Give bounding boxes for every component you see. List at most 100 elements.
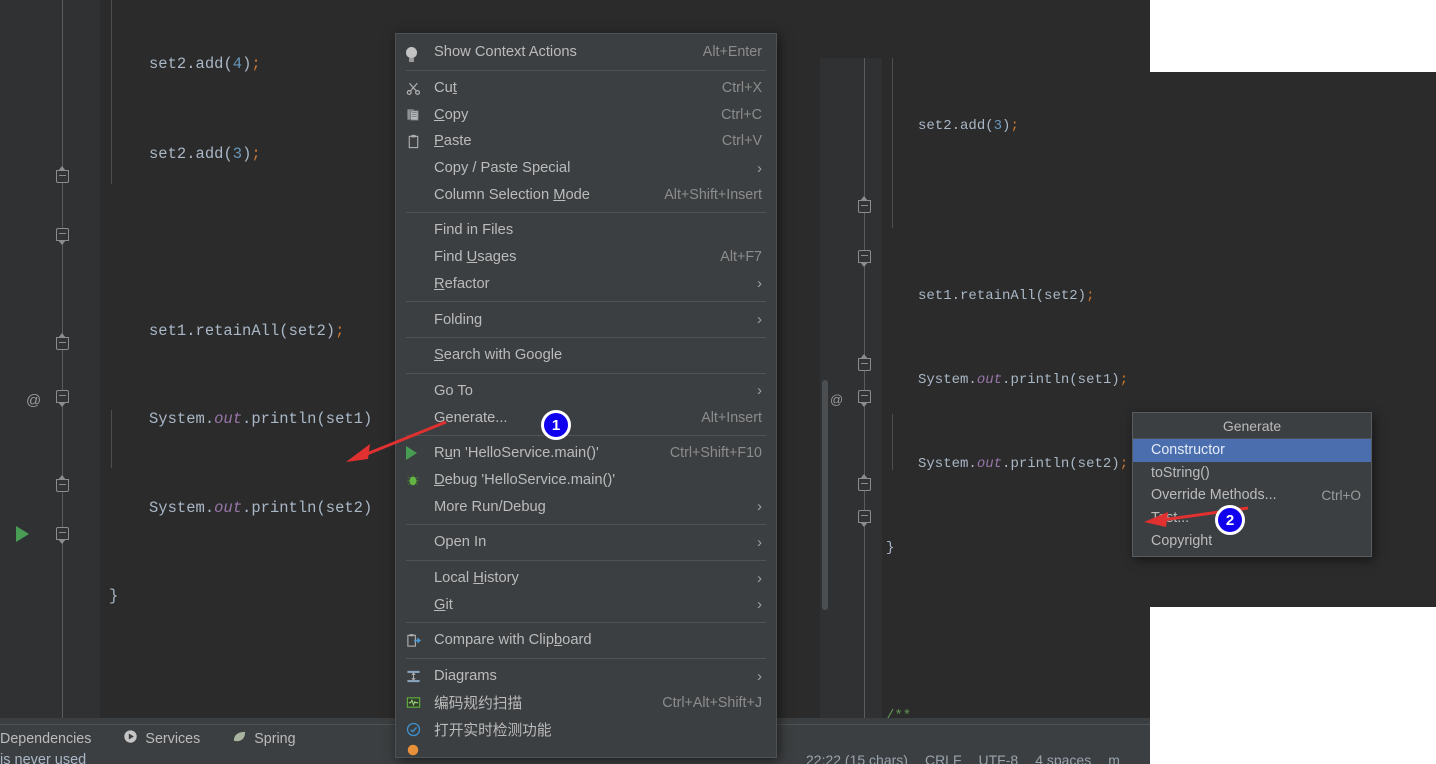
menu-item-label: 编码规约扫描: [434, 696, 523, 713]
status-encoding[interactable]: UTF-8: [979, 752, 1019, 764]
fold-marker-collapse[interactable]: [56, 475, 69, 492]
menu-item-find-usages[interactable]: Find Usages Alt+F7: [396, 244, 776, 271]
menu-item-accelerator: Ctrl+Shift+F10: [669, 445, 762, 462]
status-branch[interactable]: m: [1108, 752, 1120, 764]
menu-item-compare-with-clipboard[interactable]: Compare with Clipboard: [396, 627, 776, 654]
run-gutter-icon[interactable]: [16, 526, 29, 542]
menu-item-paste[interactable]: Paste Ctrl+V: [396, 128, 776, 155]
menu-item-refactor[interactable]: Refactor ›: [396, 271, 776, 298]
menu-item-folding[interactable]: Folding ›: [396, 306, 776, 333]
menu-item-accelerator: Ctrl+Alt+Shift+J: [662, 694, 762, 711]
menu-separator: [406, 524, 766, 525]
menu-item-label: Compare with Clipboard: [434, 632, 592, 649]
menu-item-label: Copy: [434, 106, 469, 123]
menu-item-open-in[interactable]: Open In ›: [396, 529, 776, 556]
code-line: System.out.println(set1);: [918, 372, 1129, 388]
screenshot-white-overlay-bottom: [1150, 607, 1436, 764]
menu-item-debug-main[interactable]: Debug 'HelloService.main()': [396, 467, 776, 494]
menu-separator: [406, 372, 766, 374]
menu-item-search-with-google[interactable]: Search with Google: [396, 342, 776, 369]
menu-separator: [406, 69, 766, 71]
menu-item-copy[interactable]: Copy Ctrl+C: [396, 101, 776, 128]
fold-marker-expand[interactable]: [56, 527, 69, 544]
menu-item-more-run-debug[interactable]: More Run/Debug ›: [396, 493, 776, 520]
menu-item-column-selection-mode[interactable]: Column Selection Mode Alt+Shift+Insert: [396, 181, 776, 208]
generate-item-label: Copyright: [1151, 532, 1213, 549]
menu-item-generate[interactable]: Generate... Alt+Insert: [396, 404, 776, 431]
menu-item-find-in-files[interactable]: Find in Files: [396, 217, 776, 244]
menu-item-label: Cut: [434, 80, 457, 97]
editor-gutter-right[interactable]: @: [820, 58, 882, 718]
spring-icon: [232, 729, 247, 748]
override-annotation-gutter-icon[interactable]: @: [830, 386, 843, 414]
fold-marker-expand[interactable]: [56, 390, 69, 407]
fold-marker-collapse[interactable]: [56, 166, 69, 183]
menu-item-accelerator: Ctrl+X: [721, 80, 762, 97]
menu-item-label: Find in Files: [434, 222, 514, 239]
run-icon: [406, 446, 434, 461]
debug-icon: [406, 473, 434, 487]
generate-item-override-methods[interactable]: Override Methods... Ctrl+O: [1133, 484, 1371, 507]
menu-item-accelerator: Ctrl+C: [721, 106, 762, 123]
menu-item-copy-paste-special[interactable]: Copy / Paste Special ›: [396, 155, 776, 182]
menu-item-go-to[interactable]: Go To ›: [396, 378, 776, 405]
fold-marker-collapse[interactable]: [56, 333, 69, 350]
paste-icon: [406, 134, 434, 149]
menu-item-partial[interactable]: [396, 743, 776, 757]
fold-marker-collapse[interactable]: [858, 474, 871, 491]
override-annotation-gutter-icon[interactable]: @: [26, 386, 41, 416]
menu-item-local-history[interactable]: Local History ›: [396, 565, 776, 592]
menu-item-cut[interactable]: Cut Ctrl+X: [396, 75, 776, 102]
menu-item-git[interactable]: Git ›: [396, 591, 776, 618]
fold-marker-collapse[interactable]: [858, 354, 871, 371]
fold-marker-expand[interactable]: [56, 228, 69, 245]
menu-item-accelerator: Alt+Enter: [702, 44, 762, 61]
diagram-icon: [406, 669, 434, 684]
fold-marker-expand[interactable]: [858, 250, 871, 267]
scan-icon: [406, 695, 434, 710]
menu-item-label: Search with Google: [434, 347, 563, 364]
menu-item-label: Open In: [434, 534, 487, 551]
status-bar-right-group: 22:22 (15 chars) CRLF UTF-8 4 spaces m: [806, 752, 1120, 764]
fold-marker-collapse[interactable]: [858, 196, 871, 213]
fold-marker-expand[interactable]: [858, 510, 871, 527]
menu-item-code-spec-scan[interactable]: 编码规约扫描 Ctrl+Alt+Shift+J: [396, 689, 776, 716]
menu-item-accelerator: Ctrl+V: [721, 133, 762, 150]
editor-context-menu[interactable]: Show Context Actions Alt+Enter Cut Ctrl+…: [395, 33, 777, 758]
generate-item-constructor[interactable]: Constructor: [1133, 439, 1371, 462]
tool-button-spring[interactable]: Spring: [216, 725, 311, 752]
generate-item-test[interactable]: Test...: [1133, 507, 1371, 530]
ide-window: @ set2.add(4); set2.add(3); set1.retainA…: [0, 0, 1436, 764]
menu-item-accelerator: Alt+Insert: [701, 409, 762, 426]
chevron-right-icon: ›: [757, 533, 762, 551]
tool-button-services[interactable]: Services: [107, 725, 216, 752]
chevron-right-icon: ›: [757, 275, 762, 293]
menu-item-label: Show Context Actions: [434, 44, 577, 61]
menu-item-label: Column Selection Mode: [434, 186, 590, 203]
menu-item-label: Debug 'HelloService.main()': [434, 471, 616, 488]
generate-item-copyright[interactable]: Copyright: [1133, 529, 1371, 552]
menu-item-diagrams[interactable]: Diagrams ›: [396, 663, 776, 690]
menu-item-label: More Run/Debug: [434, 498, 546, 515]
status-indent[interactable]: 4 spaces: [1035, 752, 1091, 764]
menu-item-label: Refactor: [434, 275, 490, 292]
generate-item-label: Test...: [1151, 510, 1190, 527]
status-line-separator[interactable]: CRLF: [925, 752, 962, 764]
status-caret-position[interactable]: 22:22 (15 chars): [806, 752, 908, 764]
editor-scrollbar-right-pane[interactable]: [822, 380, 828, 610]
editor-gutter-left[interactable]: @: [0, 0, 100, 732]
menu-item-enable-realtime-detection[interactable]: 打开实时检测功能: [396, 716, 776, 743]
chevron-right-icon: ›: [757, 311, 762, 329]
fold-marker-expand[interactable]: [858, 390, 871, 407]
check-circle-icon: [406, 722, 434, 737]
menu-separator: [406, 212, 766, 214]
tool-button-dependencies[interactable]: Dependencies: [0, 725, 107, 752]
editor-split-divider[interactable]: [816, 0, 820, 724]
menu-item-show-context-actions[interactable]: Show Context Actions Alt+Enter: [396, 39, 776, 66]
tool-button-label: Services: [145, 730, 201, 747]
generate-item-tostring[interactable]: toString(): [1133, 462, 1371, 485]
generate-popup[interactable]: Generate Constructor toString() Override…: [1132, 412, 1372, 557]
menu-item-run-main[interactable]: Run 'HelloService.main()' Ctrl+Shift+F10: [396, 440, 776, 467]
generate-popup-title: Generate: [1133, 413, 1371, 439]
